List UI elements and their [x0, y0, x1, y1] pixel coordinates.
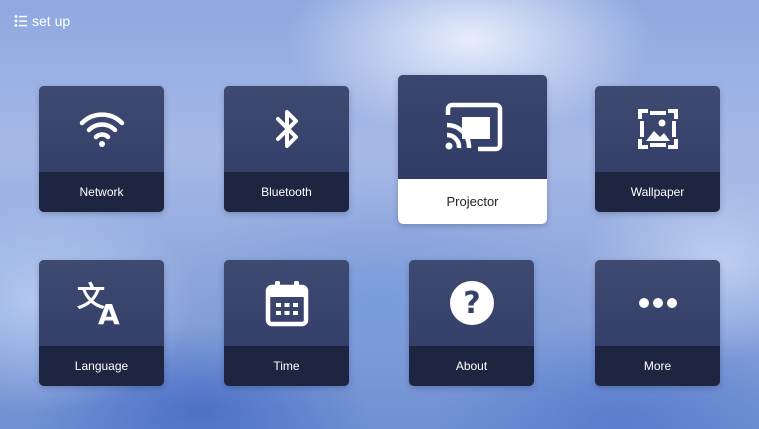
- translate-icon: 文 A: [76, 280, 128, 326]
- wallpaper-icon: [636, 107, 680, 151]
- tile-wallpaper[interactable]: Wallpaper: [595, 86, 720, 212]
- wifi-icon: [79, 109, 125, 149]
- tile-language[interactable]: 文 A Language: [39, 260, 164, 386]
- help-icon: ?: [448, 279, 496, 327]
- tile-label: Time: [224, 346, 349, 386]
- settings-list-icon: [14, 15, 27, 27]
- cast-icon: [442, 101, 504, 153]
- tile-label: Language: [39, 346, 164, 386]
- tile-network[interactable]: Network: [39, 86, 164, 212]
- tile-projector[interactable]: Projector: [398, 75, 547, 224]
- more-icon: [638, 297, 678, 309]
- svg-text:?: ?: [463, 286, 480, 321]
- calendar-icon: [265, 279, 309, 327]
- bluetooth-icon: [272, 107, 302, 151]
- tile-label: Network: [39, 172, 164, 212]
- tile-more[interactable]: More: [595, 260, 720, 386]
- tile-time[interactable]: Time: [224, 260, 349, 386]
- tile-about[interactable]: ? About: [409, 260, 534, 386]
- page-header: set up: [14, 13, 70, 29]
- tile-label: About: [409, 346, 534, 386]
- tile-label: Projector: [398, 179, 547, 224]
- tile-label: Wallpaper: [595, 172, 720, 212]
- page-title: set up: [32, 13, 71, 29]
- tile-label: More: [595, 346, 720, 386]
- tile-bluetooth[interactable]: Bluetooth: [224, 86, 349, 212]
- svg-text:A: A: [98, 298, 120, 326]
- tile-label: Bluetooth: [224, 172, 349, 212]
